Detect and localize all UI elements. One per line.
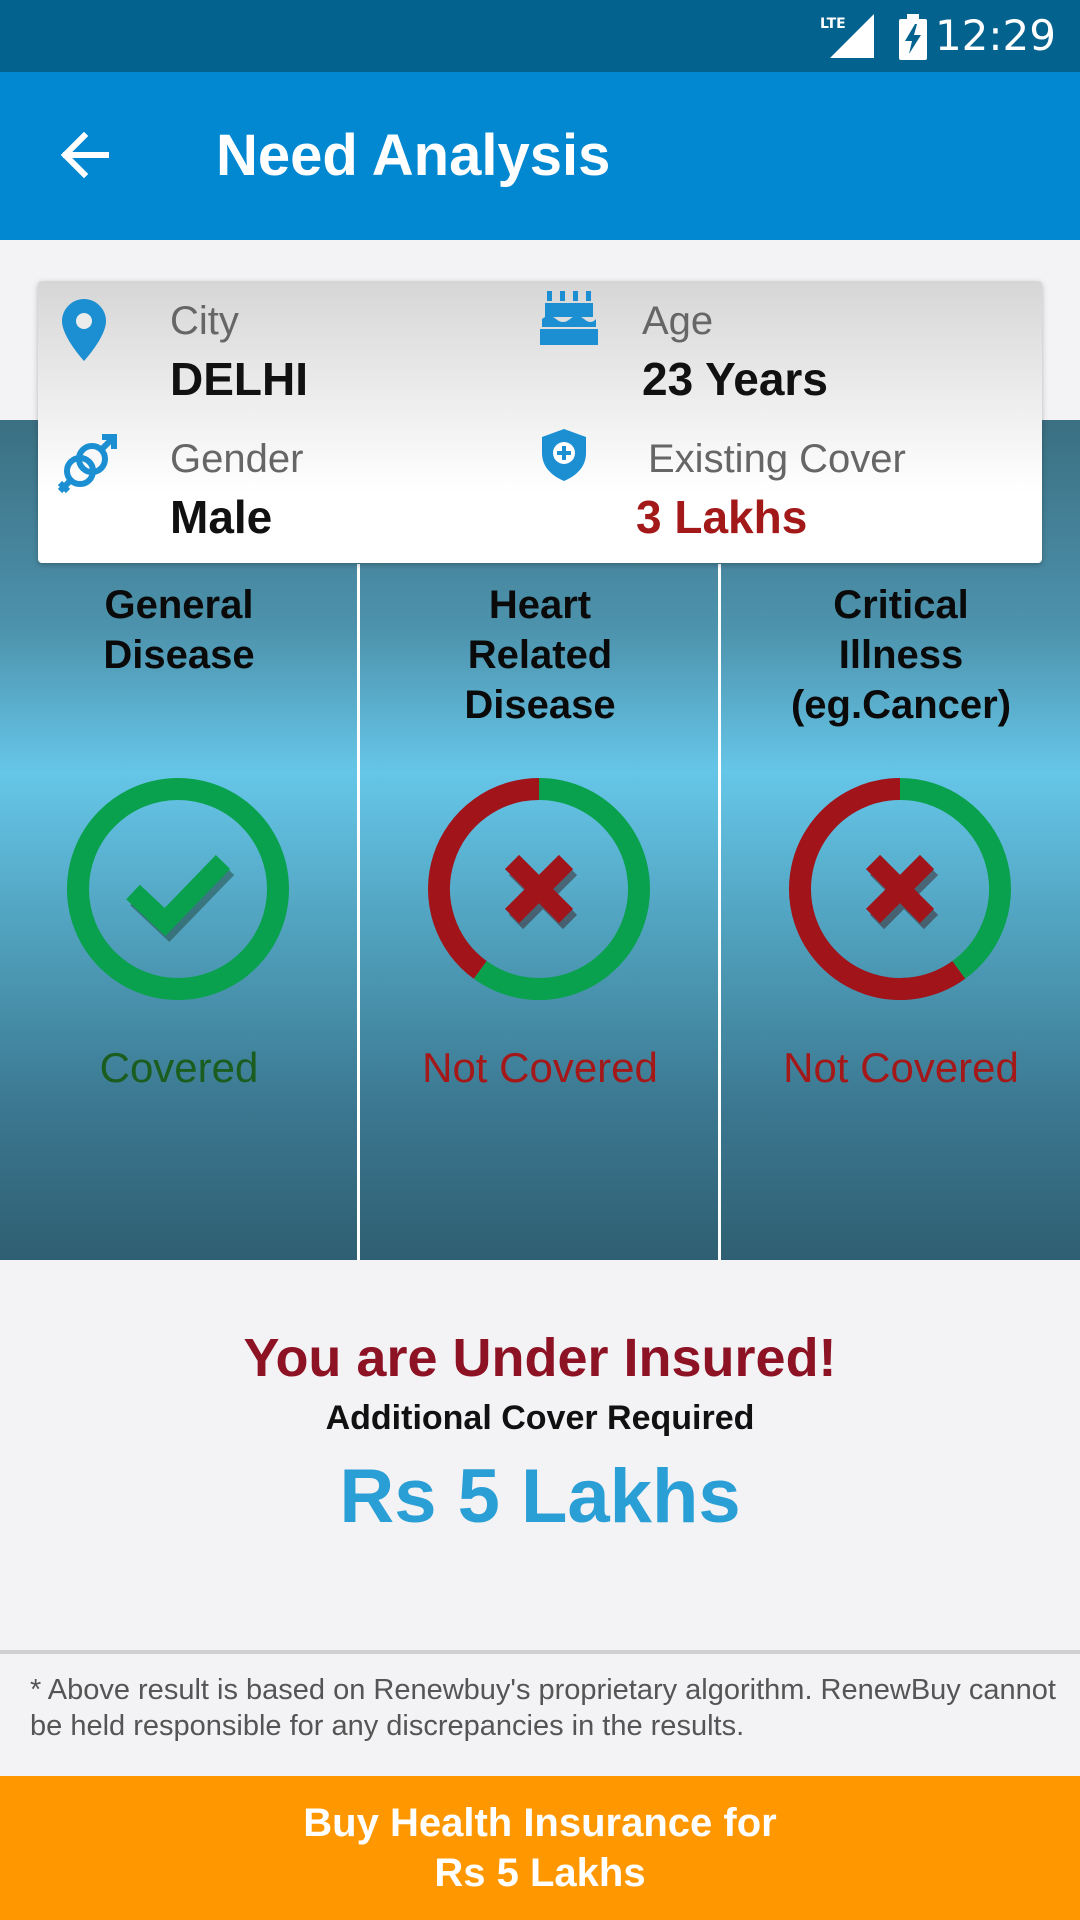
- buy-button-line2: Rs 5 Lakhs: [434, 1851, 646, 1895]
- location-pin-icon: [62, 299, 106, 361]
- coverage-title: Critical Illness (eg.Cancer): [790, 583, 1012, 727]
- coverage-ring-covered-arc: [67, 778, 289, 1000]
- buy-health-insurance-button[interactable]: Buy Health Insurance for Rs 5 Lakhs: [0, 1776, 1080, 1920]
- coverage-ring: [428, 778, 650, 1000]
- coverage-status: Not Covered: [783, 1044, 1019, 1091]
- city-info: City DELHI: [170, 297, 308, 407]
- city-label: City: [170, 299, 239, 343]
- age-info: Age 23 Years: [642, 297, 828, 407]
- page-title: Need Analysis: [216, 123, 611, 188]
- coverage-column-general-disease: General Disease Covered: [0, 580, 358, 1180]
- age-label: Age: [642, 299, 714, 343]
- gender-label: Gender: [170, 437, 304, 481]
- coverage-ring: [789, 778, 1011, 1000]
- coverage-status: Covered: [99, 1044, 259, 1091]
- under-insured-headline: You are Under Insured!: [243, 1328, 837, 1388]
- existing-cover-info: Existing Cover 3 Lakhs: [636, 435, 906, 545]
- disclaimer-text: * Above result is based on Renewbuy's pr…: [30, 1674, 1056, 1742]
- app-bar: Need Analysis: [0, 72, 1080, 240]
- profile-card: City DELHI Age 23 Years Gender Male Exis…: [38, 281, 1042, 563]
- checkmark-icon: [126, 855, 235, 943]
- buy-button-line1: Buy Health Insurance for: [303, 1801, 777, 1845]
- status-bar: LTE 12:29: [0, 0, 1080, 72]
- network-label: LTE: [820, 16, 846, 32]
- arrow-left-icon[interactable]: [56, 126, 114, 184]
- battery-charging-icon: [899, 14, 927, 60]
- coverage-column-heart-disease: Heart Related Disease Not Covered: [361, 580, 719, 1180]
- coverage-ring: [67, 778, 289, 1000]
- clock: 12:29: [934, 11, 1056, 60]
- coverage-ring-uncovered-arc: [789, 778, 966, 1000]
- age-value: 23 Years: [642, 353, 828, 405]
- gender-info: Gender Male: [170, 435, 303, 545]
- coverage-title: Heart Related Disease: [464, 583, 616, 727]
- cross-icon: [865, 854, 939, 930]
- existing-cover-label: Existing Cover: [648, 437, 906, 481]
- gender-value: Male: [170, 491, 273, 543]
- cross-icon: [504, 854, 578, 930]
- birthday-cake-icon: [540, 291, 598, 345]
- city-value: DELHI: [170, 353, 308, 405]
- divider-line: [0, 1650, 1080, 1654]
- coverage-column-critical-illness: Critical Illness (eg.Cancer) Not Covered: [722, 580, 1080, 1180]
- existing-cover-value: 3 Lakhs: [636, 491, 808, 543]
- additional-cover-label: Additional Cover Required: [325, 1399, 755, 1437]
- coverage-title: General Disease: [103, 583, 255, 677]
- shield-plus-icon: [542, 429, 586, 481]
- additional-cover-amount: Rs 5 Lakhs: [339, 1454, 741, 1539]
- gender-symbol-icon: [57, 434, 117, 494]
- coverage-status: Not Covered: [422, 1044, 658, 1091]
- lte-signal-icon: LTE: [820, 14, 874, 58]
